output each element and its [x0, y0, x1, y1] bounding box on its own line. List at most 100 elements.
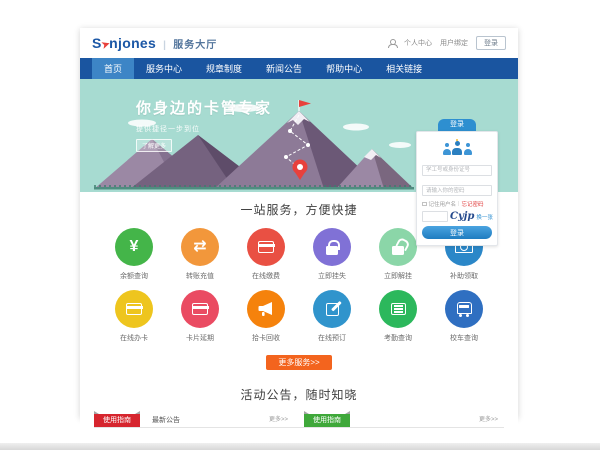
- person-icon: [388, 39, 396, 48]
- service-item[interactable]: ¥ 余额查询: [101, 228, 167, 281]
- announcement-left-column: 使用指南 最新公告 更多>>: [94, 414, 294, 427]
- service-label: 考勤查询: [384, 333, 412, 343]
- nav-item-news[interactable]: 新闻公告: [254, 58, 314, 79]
- more-link[interactable]: 更多>>: [479, 414, 498, 427]
- more-services-button[interactable]: 更多服务>>: [266, 355, 332, 370]
- card-icon: [126, 303, 142, 315]
- remember-label: 记住用户名: [429, 200, 457, 208]
- service-circle[interactable]: [313, 290, 351, 328]
- user-figure-icon: [452, 141, 462, 155]
- site-frame: S➤njones | 服务大厅 个人中心 用户绑定 登录 首页 服务中心 规章制…: [80, 28, 518, 418]
- remember-row: 记住用户名 | 忘记密码: [422, 200, 492, 208]
- main-nav: 首页 服务中心 规章制度 新闻公告 帮助中心 相关链接: [80, 58, 518, 79]
- service-item[interactable]: ⇄ 转账充值: [167, 228, 233, 281]
- service-label: 补助领取: [450, 271, 478, 281]
- service-label: 校车查询: [450, 333, 478, 343]
- hero-copy: 你身边的卡管专家 提供捷径一步到位 了解更多: [136, 97, 272, 153]
- service-label: 转账充值: [186, 271, 214, 281]
- hero-subtitle: 提供捷径一步到位: [136, 124, 272, 134]
- service-item[interactable]: 在线预订: [299, 290, 365, 343]
- service-label: 卡片延期: [186, 333, 214, 343]
- users-icon: [422, 137, 492, 155]
- nav-item-links[interactable]: 相关链接: [374, 58, 434, 79]
- announcement-tabs: 使用指南 最新公告 更多>> 使用指南 更多>>: [94, 412, 504, 428]
- nav-item-service-center[interactable]: 服务中心: [134, 58, 194, 79]
- captcha-refresh-link[interactable]: 换一张: [476, 213, 493, 221]
- service-circle[interactable]: ⇄: [181, 228, 219, 266]
- transfer-icon: ⇄: [193, 239, 206, 255]
- account-input[interactable]: [422, 165, 492, 176]
- service-item[interactable]: 考勤查询: [365, 290, 431, 343]
- header-links: 个人中心 用户绑定 登录: [388, 36, 506, 50]
- captcha-image[interactable]: Cyjp: [450, 212, 474, 222]
- service-label: 立即解挂: [384, 271, 412, 281]
- remember-checkbox[interactable]: [422, 202, 427, 207]
- service-item[interactable]: 拾卡回收: [233, 290, 299, 343]
- password-input[interactable]: [422, 185, 492, 196]
- megaphone-icon: [257, 301, 275, 317]
- user-figure-icon: [442, 143, 451, 155]
- forgot-password-link[interactable]: 忘记密码: [461, 200, 483, 208]
- logo-divider: |: [163, 40, 166, 51]
- lock-icon: [326, 246, 338, 255]
- service-item[interactable]: 在线办卡: [101, 290, 167, 343]
- unlock-icon: [392, 246, 404, 255]
- tab-usage-guide-right[interactable]: 使用指南: [304, 414, 350, 427]
- service-circle[interactable]: [115, 290, 153, 328]
- service-label: 余额查询: [120, 271, 148, 281]
- yen-icon: ¥: [130, 239, 139, 255]
- login-tab[interactable]: 登录: [438, 119, 476, 131]
- header-login-button[interactable]: 登录: [476, 36, 506, 50]
- list-icon: [391, 303, 406, 315]
- header: S➤njones | 服务大厅 个人中心 用户绑定 登录: [80, 28, 518, 58]
- tab-usage-guide[interactable]: 使用指南: [94, 414, 140, 427]
- announcement-right-column: 使用指南 更多>>: [304, 414, 504, 427]
- card-icon: [258, 241, 274, 253]
- service-circle[interactable]: [313, 228, 351, 266]
- bus-icon: [457, 302, 472, 314]
- brand-logo[interactable]: S➤njones | 服务大厅: [92, 35, 217, 51]
- service-item[interactable]: 校车查询: [431, 290, 497, 343]
- service-item[interactable]: 卡片延期: [167, 290, 233, 343]
- edit-icon: [326, 303, 339, 316]
- service-label: 立即挂失: [318, 271, 346, 281]
- service-item[interactable]: 在线缴费: [233, 228, 299, 281]
- login-submit-button[interactable]: 登录: [422, 226, 492, 239]
- service-circle[interactable]: [247, 228, 285, 266]
- captcha-input[interactable]: [422, 211, 448, 222]
- services-grid: ¥ 余额查询 ⇄ 转账充值 在线缴费 立即挂失 立即解挂: [101, 228, 497, 352]
- service-label: 拾卡回收: [252, 333, 280, 343]
- service-label: 在线预订: [318, 333, 346, 343]
- announcements-title: 活动公告，随时知晓: [80, 386, 518, 403]
- portal-name: 服务大厅: [173, 36, 217, 51]
- card-icon: [192, 303, 208, 315]
- nav-item-help[interactable]: 帮助中心: [314, 58, 374, 79]
- login-panel: 登录 记住用户名 | 忘记密码: [416, 119, 498, 246]
- service-circle[interactable]: [379, 290, 417, 328]
- login-form: 记住用户名 | 忘记密码 Cyjp 换一张 登录: [416, 131, 498, 246]
- nav-item-home[interactable]: 首页: [92, 58, 134, 79]
- hero-cta-button[interactable]: 了解更多: [136, 139, 172, 152]
- nav-item-rules[interactable]: 规章制度: [194, 58, 254, 79]
- hero-banner: 你身边的卡管专家 提供捷径一步到位 了解更多: [80, 79, 518, 192]
- service-label: 在线办卡: [120, 333, 148, 343]
- service-item[interactable]: 立即挂失: [299, 228, 365, 281]
- personal-center-link[interactable]: 个人中心: [404, 38, 432, 48]
- service-circle[interactable]: [379, 228, 417, 266]
- user-figure-icon: [463, 143, 472, 155]
- separator: |: [458, 201, 459, 207]
- page: S➤njones | 服务大厅 个人中心 用户绑定 登录 首页 服务中心 规章制…: [0, 0, 600, 450]
- logo-text-rest: njones: [109, 35, 156, 51]
- tab-latest-news[interactable]: 最新公告: [152, 414, 180, 427]
- announcements-section: 活动公告，随时知晓 使用指南 最新公告 更多>> 使用指南 更多>>: [80, 382, 518, 428]
- service-label: 在线缴费: [252, 271, 280, 281]
- page-bottom-edge: [0, 443, 600, 450]
- user-binding-link[interactable]: 用户绑定: [440, 38, 468, 48]
- service-circle[interactable]: [445, 290, 483, 328]
- service-circle[interactable]: [247, 290, 285, 328]
- hero-title: 你身边的卡管专家: [136, 97, 272, 118]
- more-link[interactable]: 更多>>: [269, 414, 288, 427]
- captcha-row: Cyjp 换一张: [422, 211, 492, 222]
- service-circle[interactable]: ¥: [115, 228, 153, 266]
- service-circle[interactable]: [181, 290, 219, 328]
